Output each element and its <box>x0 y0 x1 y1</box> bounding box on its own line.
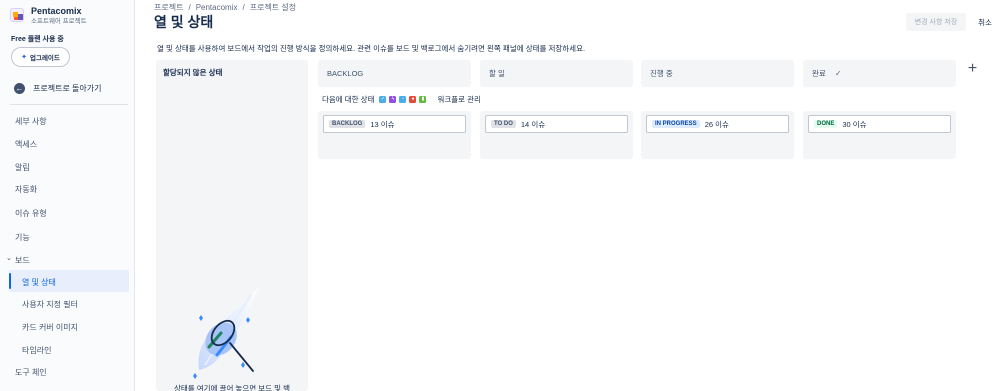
manage-workflow-link[interactable]: 워크플로 관리 <box>437 94 480 105</box>
sidebar-item-details[interactable]: 세부 사항 <box>15 116 47 127</box>
issue-count: 30 이슈 <box>842 119 867 129</box>
sidebar-item-custom-filters[interactable]: 사용자 지정 필터 <box>22 299 78 310</box>
story-type-icon: ▮ <box>419 96 427 103</box>
back-to-project-link[interactable]: ← 프로젝트로 돌아가기 <box>14 83 101 94</box>
column-title[interactable]: 완료 <box>812 68 826 79</box>
epic-type-icon: ϟ <box>389 96 397 103</box>
issue-type-status-row: 다음에 대한 상태 ✓ ϟ ▫ ● ▮ 워크플로 관리 <box>322 94 481 105</box>
sidebar-item-notifications[interactable]: 알림 <box>15 162 30 173</box>
breadcrumb-separator: / <box>242 3 245 12</box>
sidebar-item-toolchain[interactable]: 도구 체인 <box>15 367 47 378</box>
column-title[interactable]: 할 일 <box>489 68 505 79</box>
column-body-done: DONE 30 이슈 <box>803 111 956 159</box>
page-description: 열 및 상태를 사용하여 보드에서 작업의 진행 방식을 정의하세요. 관련 이… <box>157 44 586 53</box>
project-logo-icon <box>10 8 24 22</box>
breadcrumb-projects[interactable]: 프로젝트 <box>154 3 183 12</box>
column-body-backlog: BACKLOG 13 이슈 <box>318 111 471 159</box>
project-header[interactable]: Pentacomix 소프트웨어 프로젝트 <box>10 5 87 27</box>
status-card[interactable]: DONE 30 이슈 <box>808 115 951 133</box>
unassigned-title: 할당되지 않은 상태 <box>163 68 223 77</box>
issue-count: 26 이슈 <box>704 119 729 129</box>
sidebar-divider <box>10 104 128 105</box>
project-name: Pentacomix <box>31 6 82 16</box>
column-title[interactable]: 진행 중 <box>650 68 673 79</box>
status-lozenge: BACKLOG <box>329 120 366 128</box>
column-header-backlog[interactable]: BACKLOG <box>318 60 471 87</box>
upgrade-button[interactable]: ✦ 업그레이드 <box>11 47 70 67</box>
empty-state-illustration <box>193 287 259 379</box>
status-card[interactable]: BACKLOG 13 이슈 <box>323 115 466 133</box>
task-type-icon: ✓ <box>379 96 387 103</box>
chevron-down-icon[interactable]: ⌄ <box>6 254 12 262</box>
sidebar-item-columns-statuses[interactable]: 열 및 상태 <box>22 277 56 288</box>
issue-count: 14 이슈 <box>520 119 546 129</box>
column-header-todo[interactable]: 할 일 <box>480 60 633 87</box>
plan-label: Free 플랜 사용 중 <box>11 36 64 43</box>
bug-type-icon: ● <box>409 96 417 103</box>
breadcrumb-settings[interactable]: 프로젝트 설정 <box>250 3 296 12</box>
page-title: 열 및 상태 <box>154 14 214 30</box>
column-title[interactable]: BACKLOG <box>327 69 363 78</box>
check-icon: ✓ <box>834 69 842 78</box>
sidebar: Pentacomix 소프트웨어 프로젝트 Free 플랜 사용 중 ✦ 업그레… <box>0 0 135 391</box>
unassigned-statuses-column: 할당되지 않은 상태 상태를 여기에 끌어 놓으면 보드 및 백 <box>156 60 308 391</box>
sidebar-item-automation[interactable]: 자동화 <box>15 184 37 195</box>
column-body-in-progress: IN PROGRESS 26 이슈 <box>641 111 794 159</box>
status-for-label: 다음에 대한 상태 <box>322 95 375 104</box>
status-lozenge: DONE <box>814 120 838 128</box>
cancel-button[interactable]: 취소 <box>972 13 998 31</box>
sidebar-item-issue-types[interactable]: 이슈 유형 <box>15 208 47 219</box>
sidebar-item-board[interactable]: 보드 <box>15 255 30 266</box>
sidebar-item-access[interactable]: 액세스 <box>15 139 37 150</box>
status-card[interactable]: IN PROGRESS 26 이슈 <box>646 115 789 133</box>
sidebar-item-features[interactable]: 기능 <box>15 232 30 243</box>
empty-state-text: 상태를 여기에 끌어 놓으면 보드 및 백 <box>173 384 290 391</box>
column-header-done[interactable]: 완료 ✓ <box>803 60 956 87</box>
arrow-left-icon: ← <box>14 83 25 94</box>
status-lozenge: TO DO <box>491 120 516 128</box>
column-header-in-progress[interactable]: 진행 중 <box>641 60 794 87</box>
add-column-button[interactable]: + <box>964 60 981 77</box>
breadcrumb-project[interactable]: Pentacomix <box>196 3 238 12</box>
upgrade-label: 업그레이드 <box>29 55 60 62</box>
sidebar-item-card-cover-images[interactable]: 카드 커버 이미지 <box>22 322 78 333</box>
subtask-type-icon: ▫ <box>399 96 407 103</box>
save-changes-button[interactable]: 변경 사항 저장 <box>906 13 966 31</box>
column-body-todo: TO DO 14 이슈 <box>480 111 633 159</box>
project-type: 소프트웨어 프로젝트 <box>31 18 87 25</box>
issue-count: 13 이슈 <box>370 119 395 129</box>
status-card[interactable]: TO DO 14 이슈 <box>485 115 628 133</box>
sparkle-icon: ✦ <box>21 54 27 61</box>
breadcrumb-separator: / <box>188 3 191 12</box>
status-lozenge: IN PROGRESS <box>652 120 700 128</box>
sidebar-item-timeline[interactable]: 타임라인 <box>22 345 51 356</box>
back-label: 프로젝트로 돌아가기 <box>33 84 102 93</box>
